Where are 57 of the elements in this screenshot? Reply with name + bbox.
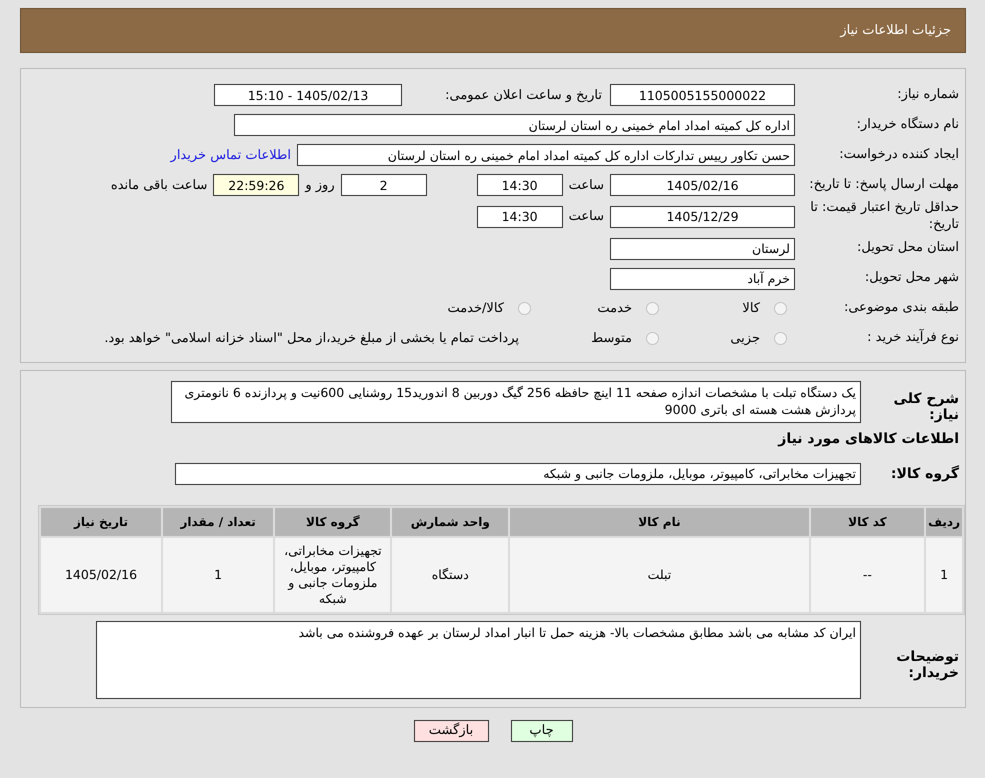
field-label: ساعت xyxy=(568,209,605,224)
page-title: جزئیات اطلاعات نیاز xyxy=(840,23,951,38)
purchase-type-radio[interactable]: جزیی xyxy=(667,331,795,346)
field-label: شرح کلی نیاز: xyxy=(892,390,960,423)
city-field: خرم آباد xyxy=(610,268,795,290)
field-label: تاریخ و ساعت اعلان عمومی: xyxy=(444,88,603,102)
province-field: لرستان xyxy=(610,238,795,260)
table-cell: 1 xyxy=(926,538,962,612)
field-label: گروه کالا: xyxy=(890,466,960,482)
validity-time-field: 14:30 xyxy=(476,206,563,228)
contact-link[interactable]: اطلاعات تماس خریدار xyxy=(170,148,297,162)
column-header: ردیف xyxy=(926,508,962,536)
purchase-type-radio[interactable]: متوسط xyxy=(539,331,667,346)
goods-group-field: تجهیزات مخابراتی، کامپیوتر، موبایل، ملزومات جانبی و شبکه xyxy=(175,462,861,485)
category-radio[interactable]: خدمت xyxy=(539,301,667,316)
table-cell: دستگاه xyxy=(392,538,508,612)
column-header: واحد شمارش xyxy=(392,508,508,536)
validity-date-field: 1405/12/29 xyxy=(610,206,795,228)
field-label: مهلت ارسال پاسخ: تا تاریخ: xyxy=(808,176,960,194)
announce-date-field: 1405/02/13 - 15:10 xyxy=(214,84,402,106)
field-label: ایجاد کننده درخواست: xyxy=(838,146,960,164)
deadline-date-field: 1405/02/16 xyxy=(610,174,795,196)
buyer-field: اداره کل کمیته امداد امام خمینی ره استان لرستان xyxy=(234,114,795,136)
category-radio[interactable]: کالا xyxy=(667,301,795,316)
column-header: گروه کالا xyxy=(275,508,390,536)
field-label: شهر محل تحویل: xyxy=(864,270,960,288)
table-cell: تجهیزات مخابراتی، کامپیوتر، موبایل، ملزومات جانبی و شبکه xyxy=(275,538,390,612)
field-label: ساعت xyxy=(568,178,605,192)
column-header: تاریخ نیاز xyxy=(41,508,162,536)
field-label: توضیحات خریدار: xyxy=(895,648,960,681)
field-label: ساعت باقی مانده xyxy=(110,178,208,192)
need-number-field: 1105005155000022 xyxy=(610,84,795,106)
column-header: نام کالا xyxy=(510,508,809,536)
buyer-notes-field: ایران کد مشابه می باشد مطابق مشخصات بالا- هزینه حمل تا انبار امداد لرستان بر عهده فروشنده می باشد xyxy=(96,620,861,699)
section-title: اطلاعات کالاهای مورد نیاز xyxy=(776,430,960,449)
category-radio[interactable]: کالا/خدمت xyxy=(411,301,539,316)
table-cell: -- xyxy=(810,538,924,612)
field-label: حداقل تاریخ اعتبار قیمت: تا تاریخ: xyxy=(809,200,960,234)
field-label: نام دستگاه خریدار: xyxy=(856,116,960,134)
description-field: یک دستگاه تبلت با مشخصات اندازه صفحه 11 اینچ حافظه 256 گیگ دوربین 8 اندورید15 روشنایی 600نیت و پردازنده 6 نانومتری پردازش هشت هسته ای باتری 9000 xyxy=(171,380,861,423)
column-header: کد کالا xyxy=(810,508,924,536)
table-cell: تبلت xyxy=(510,538,809,612)
days-field: 2 xyxy=(340,174,427,196)
table-cell: 1 xyxy=(163,538,274,612)
column-header: تعداد / مقدار xyxy=(163,508,274,536)
countdown-field: 22:59:26 xyxy=(213,174,300,196)
table-cell: 1405/02/16 xyxy=(41,538,162,612)
field-label: طبقه بندی موضوعی: xyxy=(842,300,960,318)
deadline-time-field: 14:30 xyxy=(476,174,563,196)
payment-note: پرداخت تمام یا بخشی از مبلغ خرید،از محل "اسناد خزانه اسلامی" خواهد بود. xyxy=(104,331,520,346)
print-button[interactable]: چاپ xyxy=(510,720,572,742)
field-label: نوع فرآیند خرید : xyxy=(866,330,960,348)
creator-field: حسن تکاور رییس تدارکات اداره کل کمیته امداد امام خمینی ره استان لرستان xyxy=(297,144,795,166)
back-button[interactable]: بازگشت xyxy=(414,720,488,742)
field-label: استان محل تحویل: xyxy=(856,240,960,258)
field-label: روز و xyxy=(304,178,336,192)
field-label: شماره نیاز: xyxy=(896,86,960,104)
